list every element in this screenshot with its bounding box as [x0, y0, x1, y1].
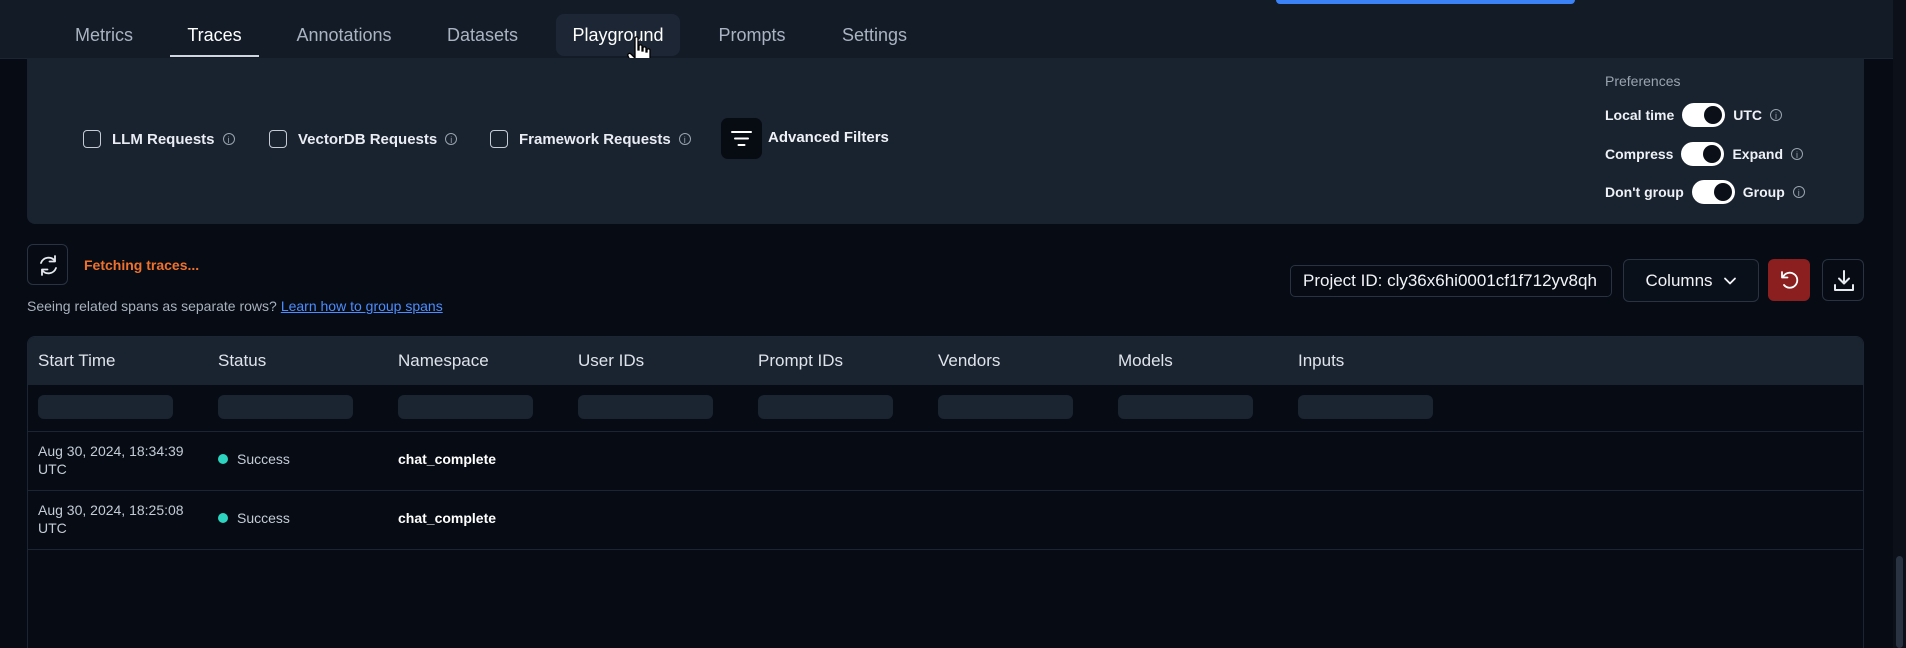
vectordb-requests-label: VectorDB Requests	[298, 130, 438, 148]
info-icon[interactable]: i	[1792, 186, 1805, 198]
columns-button[interactable]: Columns	[1623, 259, 1759, 302]
column-filter-input[interactable]	[938, 395, 1073, 419]
vectordb-requests-filter[interactable]: VectorDB Requests i	[269, 129, 458, 149]
namespace-cell: chat_complete	[398, 510, 497, 526]
tab-settings[interactable]: Settings	[841, 14, 908, 56]
table-row[interactable]: Aug 30, 2024, 18:25:08 UTC Success chat_…	[28, 490, 1863, 550]
llm-requests-filter[interactable]: LLM Requests i	[83, 129, 235, 149]
status-text: Success	[237, 451, 290, 467]
info-icon[interactable]: i	[678, 133, 691, 145]
column-header-vendors[interactable]: Vendors	[938, 351, 1000, 371]
tab-annotations[interactable]: Annotations	[296, 14, 392, 56]
table-header: Start Time Status Namespace User IDs Pro…	[28, 337, 1863, 385]
top-accent-bar	[1276, 0, 1575, 4]
info-icon[interactable]: i	[1770, 109, 1783, 121]
columns-label: Columns	[1645, 270, 1713, 290]
tab-playground[interactable]: Playground	[556, 14, 680, 56]
tab-traces[interactable]: Traces	[170, 14, 259, 57]
refresh-button[interactable]	[27, 244, 68, 285]
traces-table: Start Time Status Namespace User IDs Pro…	[27, 336, 1864, 648]
download-icon	[1834, 270, 1854, 291]
refresh-icon	[40, 255, 57, 276]
preferences-title: Preferences	[1605, 73, 1681, 89]
download-button[interactable]	[1822, 259, 1864, 301]
pref-utc-label: UTC	[1733, 107, 1763, 123]
tab-datasets[interactable]: Datasets	[447, 14, 518, 56]
time-toggle[interactable]	[1682, 103, 1726, 127]
framework-requests-filter[interactable]: Framework Requests i	[490, 129, 691, 149]
tab-prompts[interactable]: Prompts	[718, 14, 786, 56]
framework-requests-label: Framework Requests	[519, 130, 671, 148]
group-toggle[interactable]	[1691, 180, 1735, 204]
pref-dont-group-label: Don't group	[1605, 184, 1684, 200]
pref-group-label: Group	[1742, 184, 1785, 200]
status-text: Success	[237, 510, 290, 526]
pref-compress-label: Compress	[1605, 146, 1674, 162]
fetching-status: Fetching traces...	[84, 257, 200, 273]
top-nav: Metrics Traces Annotations Datasets Play…	[0, 0, 1893, 59]
framework-requests-checkbox[interactable]	[490, 130, 508, 148]
group-spans-hint: Seeing related spans as separate rows? Le…	[27, 298, 443, 314]
pref-expand-label: Expand	[1732, 146, 1784, 162]
start-time-cell: Aug 30, 2024, 18:34:39 UTC	[38, 443, 184, 477]
pref-compress-row: Compress Expand i	[1605, 142, 1804, 166]
info-icon[interactable]: i	[222, 133, 235, 145]
column-header-prompt-ids[interactable]: Prompt IDs	[758, 351, 843, 371]
column-filter-input[interactable]	[218, 395, 353, 419]
llm-requests-checkbox[interactable]	[83, 130, 101, 148]
learn-group-spans-link[interactable]: Learn how to group spans	[281, 298, 443, 314]
undo-button[interactable]	[1768, 259, 1810, 301]
column-header-status[interactable]: Status	[218, 351, 266, 371]
column-header-namespace[interactable]: Namespace	[398, 351, 489, 371]
project-id-field[interactable]: Project ID: cly36x6hi0001cf1f712yv8qh	[1290, 265, 1612, 297]
column-filter-input[interactable]	[1118, 395, 1253, 419]
llm-requests-label: LLM Requests	[112, 130, 215, 148]
column-filter-input[interactable]	[398, 395, 533, 419]
advanced-filters-label[interactable]: Advanced Filters	[768, 129, 889, 146]
info-icon[interactable]: i	[445, 133, 458, 145]
hint-text: Seeing related spans as separate rows?	[27, 298, 277, 314]
chevron-down-icon	[1723, 277, 1736, 284]
column-filter-input[interactable]	[758, 395, 893, 419]
page-scrollbar[interactable]	[1893, 0, 1906, 648]
column-header-inputs[interactable]: Inputs	[1298, 351, 1344, 371]
namespace-cell: chat_complete	[398, 451, 497, 467]
column-filter-input[interactable]	[578, 395, 713, 419]
column-filter-input[interactable]	[38, 395, 173, 419]
info-icon[interactable]: i	[1791, 148, 1804, 160]
start-time-cell: Aug 30, 2024, 18:25:08 UTC	[38, 502, 184, 536]
compress-toggle[interactable]	[1681, 142, 1725, 166]
tab-metrics[interactable]: Metrics	[75, 14, 133, 56]
status-cell: Success	[218, 451, 290, 467]
undo-icon	[1781, 271, 1799, 289]
table-row[interactable]: Aug 30, 2024, 18:34:39 UTC Success chat_…	[28, 431, 1863, 491]
success-dot-icon	[218, 454, 228, 464]
advanced-filters-button[interactable]	[721, 118, 762, 159]
filter-lines-icon	[731, 131, 752, 146]
vectordb-requests-checkbox[interactable]	[269, 130, 287, 148]
success-dot-icon	[218, 513, 228, 523]
status-cell: Success	[218, 510, 290, 526]
column-header-user-ids[interactable]: User IDs	[578, 351, 644, 371]
pref-time-row: Local time UTC i	[1605, 103, 1783, 127]
column-header-start-time[interactable]: Start Time	[38, 351, 115, 371]
column-header-models[interactable]: Models	[1118, 351, 1173, 371]
pref-local-time-label: Local time	[1605, 107, 1675, 123]
pref-group-row: Don't group Group i	[1605, 180, 1805, 204]
column-filter-input[interactable]	[1298, 395, 1433, 419]
